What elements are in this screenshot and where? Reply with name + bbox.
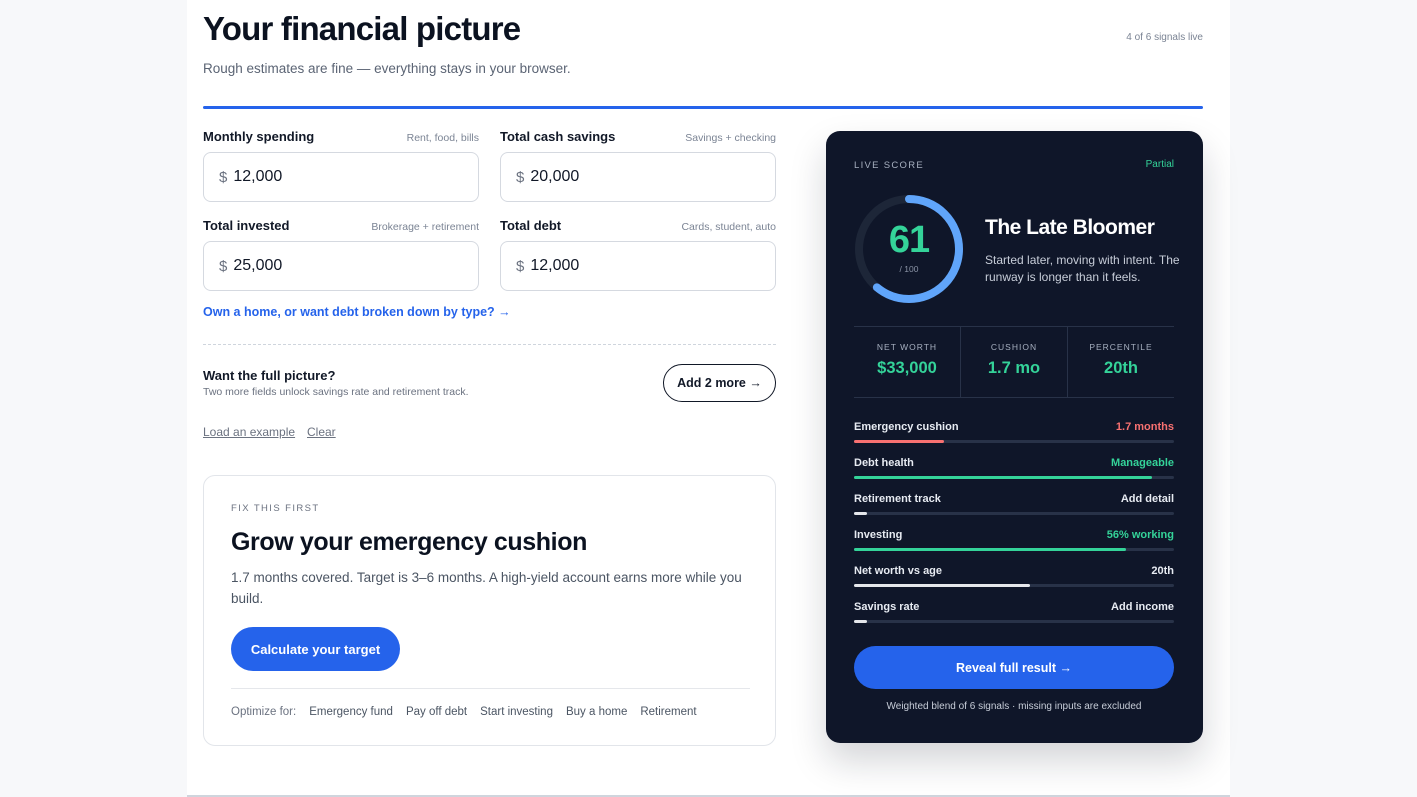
field-label: Monthly spending [203,129,315,144]
metric-value: Add detail [1120,493,1174,505]
metric-investing: Investing 56% working [854,529,1174,551]
fix-body: 1.7 months covered. Target is 3–6 months… [231,570,742,606]
persona-description: Started later, moving with intent. The r… [985,253,1180,284]
calculate-target-button[interactable]: Calculate your target [231,627,400,671]
field-value: 12,000 [530,257,580,274]
field-label: Total invested [203,218,290,233]
optimize-option-start-investing[interactable]: Start investing [480,706,553,718]
stat-label: NET WORTH [876,342,938,352]
optimize-row: Optimize for: Emergency fund Pay off deb… [231,706,697,718]
dashed-divider [203,344,776,345]
field-hint: Savings + checking [685,132,776,144]
optimize-option-emergency-fund[interactable]: Emergency fund [309,706,393,718]
field-hint: Cards, student, auto [681,221,776,233]
metric-name: Debt health [854,457,914,469]
currency-symbol: $ [516,257,525,275]
metric-fill [854,548,1126,551]
metric-value: 56% working [1106,529,1174,541]
full-picture-title: Want the full picture? [203,368,336,383]
stats-row: NET WORTH $33,000 CUSHION 1.7 mo PERCENT… [854,326,1174,398]
cash-savings-input[interactable]: $ 20,000 [500,152,776,202]
full-picture-subtitle: Two more fields unlock savings rate and … [203,386,469,398]
reveal-full-result-button[interactable]: Reveal full result → [854,646,1174,689]
field-value: 12,000 [233,168,283,185]
optimize-label: Optimize for: [231,706,297,718]
fix-this-first-card: FIX THIS FIRST Grow your emergency cushi… [203,475,776,746]
stat-percentile: PERCENTILE 20th [1067,327,1174,397]
metric-net-worth-vs-age: Net worth vs age 20th [854,565,1174,587]
home-debt-breakdown-link[interactable]: Own a home, or want debt broken down by … [203,305,511,319]
metric-emergency-cushion: Emergency cushion 1.7 months [854,421,1174,443]
total-invested-input[interactable]: $ 25,000 [203,241,479,291]
metric-value: Add income [1111,601,1174,613]
page-subtitle: Rough estimates are fine — everything st… [203,61,571,76]
fix-kicker: FIX THIS FIRST [231,503,320,514]
clear-link[interactable]: Clear [307,425,336,439]
stat-net-worth: NET WORTH $33,000 [854,327,960,397]
monthly-spending-input[interactable]: $ 12,000 [203,152,479,202]
persona-title: The Late Bloomer [985,216,1155,239]
total-invested-field: Total invested Brokerage + retirement $ … [203,218,479,291]
score-footnote: Weighted blend of 6 signals · missing in… [886,701,1142,712]
stat-label: CUSHION [990,342,1038,352]
metric-debt-health: Debt health Manageable [854,457,1174,479]
field-label: Total cash savings [500,129,616,144]
metric-name: Emergency cushion [854,421,959,433]
add-more-button[interactable]: Add 2 more → [663,364,776,402]
total-debt-field: Total debt Cards, student, auto $ 12,000 [500,218,776,291]
stat-cushion: CUSHION 1.7 mo [960,327,1067,397]
total-debt-input[interactable]: $ 12,000 [500,241,776,291]
metric-fill [854,584,1030,587]
currency-symbol: $ [219,168,228,186]
monthly-spending-field: Monthly spending Rent, food, bills $ 12,… [203,129,479,202]
currency-symbol: $ [219,257,228,275]
stat-value: 1.7 mo [987,359,1041,377]
metric-name: Investing [854,529,903,541]
optimize-option-buy-a-home[interactable]: Buy a home [566,706,627,718]
metric-savings-rate: Savings rate Add income [854,601,1174,623]
metric-name: Net worth vs age [854,565,943,577]
stat-value: 20th [1104,359,1138,377]
metric-name: Savings rate [854,601,920,613]
signals-status: 4 of 6 signals live [1126,32,1203,43]
score-max: / 100 [899,264,919,274]
metric-track [854,584,1174,587]
metric-fill [854,620,867,623]
field-hint: Rent, food, bills [406,132,479,144]
metric-value: 20th [1151,565,1174,577]
live-score-label: LIVE SCORE [854,160,925,171]
field-label: Total debt [500,218,562,233]
cash-savings-field: Total cash savings Savings + checking $ … [500,129,776,202]
metric-value: 1.7 months [1115,421,1174,433]
metric-track [854,476,1174,479]
stat-label: PERCENTILE [1089,342,1153,352]
metric-value: Manageable [1111,457,1174,469]
live-score-card: LIVE SCORE Partial 61 / 100 The Late Blo… [826,131,1203,743]
metric-fill [854,476,1152,479]
load-example-link[interactable]: Load an example [203,425,295,439]
optimize-option-pay-off-debt[interactable]: Pay off debt [406,706,467,718]
metric-name: Retirement track [854,493,941,505]
metric-track [854,620,1174,623]
metric-track [854,512,1174,515]
field-value: 25,000 [233,257,283,274]
currency-symbol: $ [516,168,525,186]
metric-fill [854,512,867,515]
optimize-option-retirement[interactable]: Retirement [640,706,696,718]
fix-title: Grow your emergency cushion [231,528,587,556]
metric-track [854,548,1174,551]
page-title: Your financial picture [203,10,521,47]
field-hint: Brokerage + retirement [371,221,479,233]
score-status-badge: Partial [1145,159,1174,170]
stat-value: $33,000 [877,359,937,377]
metric-fill [854,440,944,443]
progress-bar [203,106,1203,109]
fix-divider [231,688,750,689]
metric-track [854,440,1174,443]
field-value: 20,000 [530,168,580,185]
score-value: 61 [888,219,930,261]
metric-retirement-track: Retirement track Add detail [854,493,1174,515]
